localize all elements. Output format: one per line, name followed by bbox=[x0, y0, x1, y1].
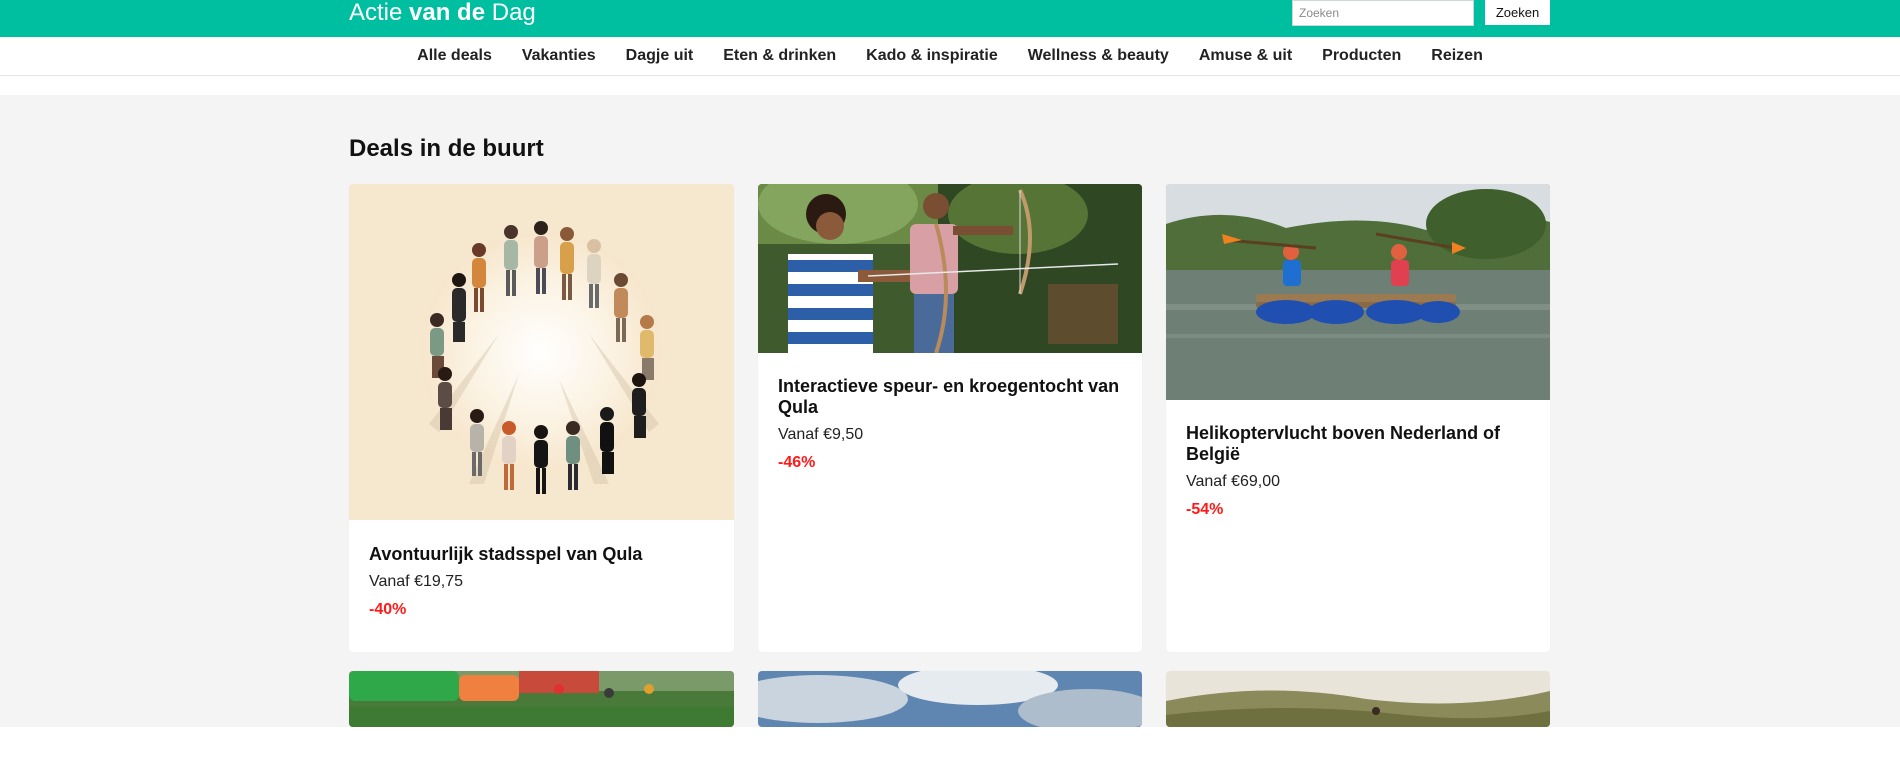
nav-item-eten-drinken[interactable]: Eten & drinken bbox=[708, 47, 851, 65]
deal-card[interactable] bbox=[758, 671, 1142, 727]
deal-image-playground bbox=[349, 671, 734, 727]
nav-item-vakanties[interactable]: Vakanties bbox=[507, 47, 611, 65]
logo-text-prefix: Actie bbox=[349, 0, 410, 26]
deal-image-people-circle bbox=[349, 184, 734, 520]
nav-item-amuse-uit[interactable]: Amuse & uit bbox=[1184, 47, 1307, 65]
nav-item-reizen[interactable]: Reizen bbox=[1416, 47, 1498, 65]
page-bottom bbox=[0, 727, 1900, 760]
search-button[interactable]: Zoeken bbox=[1485, 0, 1550, 25]
deal-title[interactable]: Avontuurlijk stadsspel van Qula bbox=[369, 544, 714, 565]
deal-discount: -40% bbox=[369, 601, 407, 618]
deal-title[interactable]: Interactieve speur- en kroegentocht van … bbox=[778, 376, 1122, 418]
deal-price: Vanaf €9,50 bbox=[778, 426, 864, 443]
deal-image-raft-lake bbox=[1166, 184, 1550, 400]
deal-card[interactable]: Helikoptervlucht boven Nederland of Belg… bbox=[1166, 184, 1550, 652]
search-input[interactable] bbox=[1292, 0, 1474, 26]
deal-card[interactable] bbox=[349, 671, 734, 727]
deal-image-archery bbox=[758, 184, 1142, 353]
main-navigation: Alle deals Vakanties Dagje uit Eten & dr… bbox=[0, 37, 1900, 76]
deal-title[interactable]: Helikoptervlucht boven Nederland of Belg… bbox=[1186, 423, 1530, 465]
main-content: Deals in de buurt Avontuurlijk stadsspel… bbox=[0, 95, 1900, 727]
deal-discount: -46% bbox=[778, 454, 816, 471]
logo-text-bold: van de bbox=[409, 0, 486, 26]
deal-discount: -54% bbox=[1186, 501, 1224, 518]
logo-text-suffix: Dag bbox=[485, 0, 536, 26]
nav-item-dagje-uit[interactable]: Dagje uit bbox=[611, 47, 709, 65]
nav-spacer bbox=[0, 76, 1900, 95]
deal-card[interactable]: Interactieve speur- en kroegentocht van … bbox=[758, 184, 1142, 652]
deal-card[interactable] bbox=[1166, 671, 1550, 727]
deal-price: Vanaf €19,75 bbox=[369, 573, 464, 590]
nav-item-alle-deals[interactable]: Alle deals bbox=[402, 47, 507, 65]
deal-image-cloudy-sky bbox=[758, 671, 1142, 727]
section-title: Deals in de buurt bbox=[349, 135, 544, 162]
top-header: Actie van de Dag Zoeken bbox=[0, 0, 1900, 37]
nav-item-wellness-beauty[interactable]: Wellness & beauty bbox=[1013, 47, 1184, 65]
site-logo[interactable]: Actie van de Dag bbox=[349, 0, 536, 28]
deal-image-dunes bbox=[1166, 671, 1550, 727]
deal-price: Vanaf €69,00 bbox=[1186, 473, 1281, 490]
deal-card[interactable]: Avontuurlijk stadsspel van Qula Vanaf €1… bbox=[349, 184, 734, 652]
nav-item-producten[interactable]: Producten bbox=[1307, 47, 1416, 65]
nav-item-kado-inspiratie[interactable]: Kado & inspiratie bbox=[851, 47, 1013, 65]
